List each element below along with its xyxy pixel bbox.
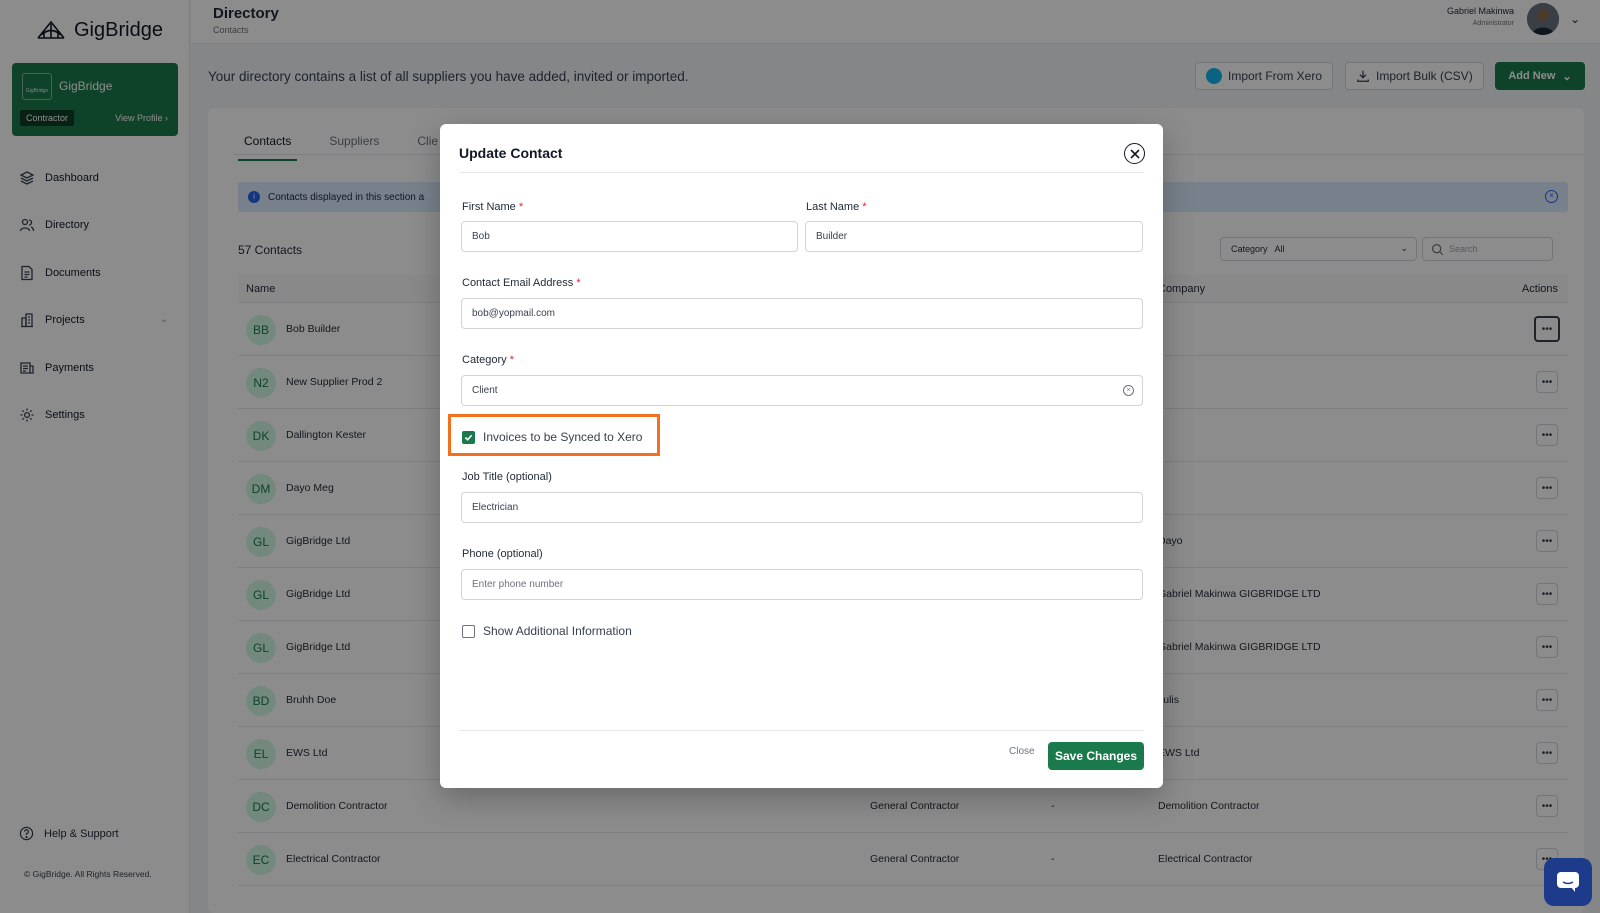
chat-icon (1557, 872, 1579, 892)
job-title-label: Job Title (optional) (462, 471, 552, 483)
sync-xero-label[interactable]: Invoices to be Synced to Xero (483, 430, 642, 444)
first-name-label: First Name * (462, 201, 524, 213)
phone-label: Phone (optional) (462, 548, 543, 560)
modal-footer-divider (459, 730, 1144, 731)
email-field[interactable]: bob@yopmail.com (461, 298, 1143, 329)
update-contact-modal: Update Contact First Name * Bob Last Nam… (440, 124, 1163, 788)
category-label: Category * (462, 354, 514, 366)
last-name-label: Last Name * (806, 201, 867, 213)
save-changes-button[interactable]: Save Changes (1048, 742, 1144, 770)
close-modal-button[interactable] (1124, 143, 1145, 164)
close-icon (1129, 148, 1140, 159)
job-title-field[interactable]: Electrician (461, 492, 1143, 523)
last-name-field[interactable]: Builder (805, 221, 1143, 252)
additional-info-checkbox[interactable] (462, 625, 475, 638)
modal-title: Update Contact (459, 145, 563, 161)
first-name-field[interactable]: Bob (461, 221, 798, 252)
checkmark-icon (464, 434, 473, 441)
chat-widget-button[interactable] (1544, 858, 1592, 906)
phone-field[interactable]: Enter phone number (461, 569, 1143, 600)
category-select[interactable]: Client × (461, 375, 1143, 406)
modal-divider (459, 172, 1144, 173)
close-button[interactable]: Close (1009, 746, 1035, 757)
clear-icon[interactable]: × (1123, 385, 1134, 396)
email-label: Contact Email Address * (462, 277, 581, 289)
additional-info-label[interactable]: Show Additional Information (483, 624, 632, 638)
sync-xero-checkbox[interactable] (462, 431, 475, 444)
